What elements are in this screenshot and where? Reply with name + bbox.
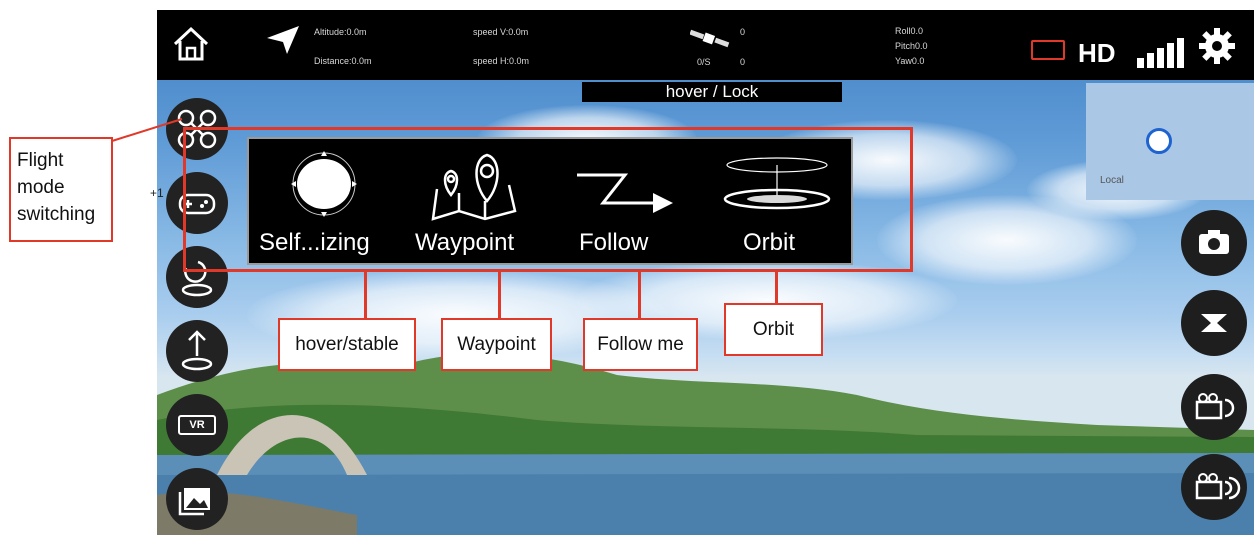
hd-label: HD [1078, 38, 1116, 68]
mode-panel-highlight [183, 127, 913, 272]
controller-tag: +1 [150, 186, 164, 200]
battery-icon [1031, 40, 1065, 60]
callout-connector [364, 272, 367, 319]
callout-follow-me: Follow me [583, 318, 698, 371]
vr-icon: VR [178, 415, 216, 435]
note-line: mode [17, 177, 65, 198]
gps-rate-label: 0/S [697, 57, 711, 67]
app-screen: Altitude:0.0m Distance:0.0m speed V:0.0m… [157, 10, 1254, 535]
roll-readout: Roll0.0 [895, 26, 924, 36]
camera-rotate-icon [1195, 393, 1235, 420]
satellite-icon [690, 29, 730, 48]
location-marker-icon [1146, 128, 1172, 154]
gallery-icon [178, 488, 210, 516]
speed-v-readout: speed V:0.0m [473, 27, 529, 37]
settings-gear-icon[interactable] [1197, 26, 1237, 66]
camera-photo-icon [1199, 230, 1229, 254]
callout-orbit: Orbit [724, 303, 823, 356]
home-icon[interactable] [171, 24, 211, 64]
yaw-readout: Yaw0.0 [895, 56, 925, 66]
note-line: Flight [17, 150, 64, 171]
flight-mode-switching-note: Flight mode switching [9, 137, 113, 242]
flight-mode-pointer-line [111, 118, 183, 142]
note-line: switching [17, 204, 96, 225]
satellite-count: 0 [740, 27, 746, 37]
top-status-bar: Altitude:0.0m Distance:0.0m speed V:0.0m… [157, 10, 1254, 80]
video-record-icon [1201, 314, 1227, 332]
speed-h-readout: speed H:0.0m [473, 56, 530, 66]
gallery-button[interactable] [166, 468, 228, 530]
camera-switch-icon [1195, 473, 1241, 500]
drone-altitude-icon [181, 330, 213, 371]
callout-connector [498, 272, 501, 319]
altitude-button[interactable] [166, 320, 228, 382]
pitch-readout: Pitch0.0 [895, 41, 928, 51]
send-plane-icon [267, 26, 299, 54]
camera-rotate-button[interactable] [1181, 374, 1247, 440]
callout-hover-stable: hover/stable [278, 318, 416, 371]
minimap-label: Local [1100, 175, 1124, 186]
minimap[interactable]: Local [1086, 83, 1254, 200]
vr-button[interactable]: VR [166, 394, 228, 456]
callout-connector [638, 272, 641, 319]
gps-rate-value: 0 [740, 57, 746, 67]
take-photo-button[interactable] [1181, 210, 1247, 276]
callout-waypoint: Waypoint [441, 318, 552, 371]
altitude-readout: Altitude:0.0m [314, 27, 367, 37]
signal-strength-icon [1137, 38, 1184, 68]
callout-connector [775, 272, 778, 304]
distance-readout: Distance:0.0m [314, 56, 372, 66]
record-video-button[interactable] [1181, 290, 1247, 356]
flight-status-bar: hover / Lock [582, 82, 842, 102]
camera-switch-button[interactable] [1181, 454, 1247, 520]
